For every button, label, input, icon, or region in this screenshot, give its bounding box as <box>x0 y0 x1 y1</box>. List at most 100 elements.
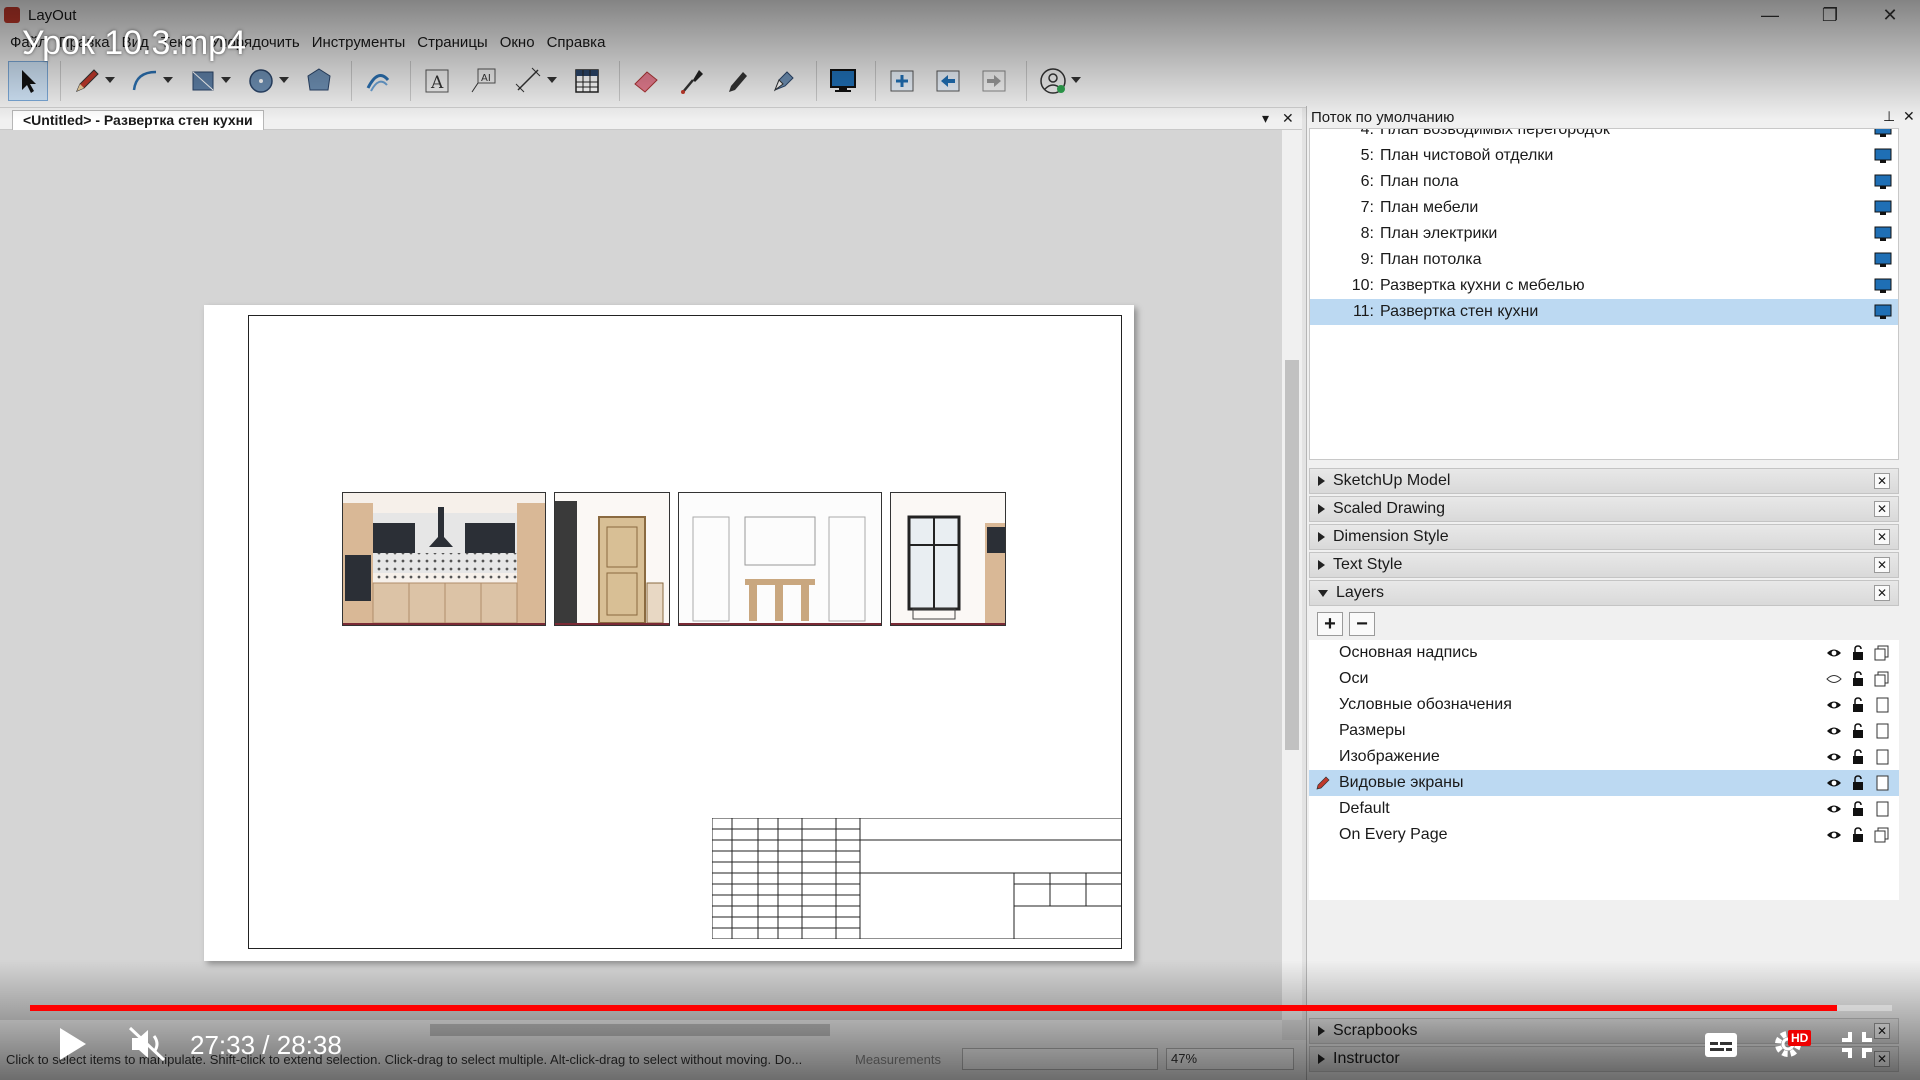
visibility-eye-icon[interactable] <box>1825 774 1843 792</box>
page-item[interactable]: 6: План пола <box>1310 169 1898 195</box>
chevron-down-icon[interactable] <box>163 76 173 83</box>
page-layer-icon[interactable] <box>1873 800 1891 818</box>
visibility-eye-icon[interactable] <box>1825 722 1843 740</box>
paper-page[interactable] <box>204 305 1134 961</box>
tray-sketchup-model[interactable]: SketchUp Model ✕ <box>1309 468 1899 494</box>
scrollbar-thumb[interactable] <box>430 1024 830 1036</box>
style-tool-button[interactable] <box>672 61 712 101</box>
lock-icon[interactable] <box>1849 800 1867 818</box>
exit-fullscreen-icon[interactable] <box>1840 1030 1874 1060</box>
shared-layer-icon[interactable] <box>1873 826 1891 844</box>
close-tray-icon[interactable]: ✕ <box>1874 585 1890 601</box>
circle-tool-button[interactable] <box>241 61 289 101</box>
page-item[interactable]: 8: План электрики <box>1310 221 1898 247</box>
viewport-dining-wall[interactable] <box>678 492 882 626</box>
page-item[interactable]: 4: План возводимых перегородок <box>1310 129 1898 143</box>
lock-icon[interactable] <box>1849 696 1867 714</box>
close-tray-icon[interactable]: ✕ <box>1874 501 1890 517</box>
layer-row[interactable]: Основная надпись <box>1309 640 1899 666</box>
select-tool-button[interactable] <box>8 60 48 101</box>
lock-icon[interactable] <box>1849 722 1867 740</box>
maximize-button[interactable]: ❐ <box>1800 0 1860 30</box>
tab-list-icon[interactable]: ▾ <box>1262 110 1269 127</box>
shared-layer-icon[interactable] <box>1873 644 1891 662</box>
tray-layers[interactable]: Layers ✕ <box>1309 580 1899 606</box>
lock-icon[interactable] <box>1849 644 1867 662</box>
monitor-icon[interactable] <box>1874 278 1892 294</box>
minimize-button[interactable]: — <box>1740 0 1800 30</box>
chevron-down-icon[interactable] <box>279 76 289 83</box>
arc-tool-button[interactable] <box>125 61 173 101</box>
lock-icon[interactable] <box>1849 670 1867 688</box>
close-tray-icon[interactable]: ✕ <box>1874 1051 1890 1067</box>
mute-icon[interactable] <box>128 1026 168 1062</box>
lock-icon[interactable] <box>1849 748 1867 766</box>
page-item[interactable]: 5: План чистовой отделки <box>1310 143 1898 169</box>
canvas-vertical-scrollbar[interactable] <box>1282 130 1302 1020</box>
menu-tools[interactable]: Инструменты <box>306 34 412 51</box>
join-tool-button[interactable] <box>764 61 804 101</box>
monitor-icon[interactable] <box>1874 148 1892 164</box>
visibility-eye-icon[interactable] <box>1825 644 1843 662</box>
page-layer-icon[interactable] <box>1873 774 1891 792</box>
chevron-down-icon[interactable] <box>1071 76 1081 83</box>
scrollbar-thumb[interactable] <box>1285 360 1299 750</box>
monitor-icon[interactable] <box>1874 252 1892 268</box>
polygon-tool-button[interactable] <box>299 61 339 101</box>
tray-instructor[interactable]: Instructor ✕ <box>1309 1046 1899 1072</box>
next-page-button[interactable] <box>974 61 1014 101</box>
monitor-icon[interactable] <box>1874 200 1892 216</box>
close-panel-icon[interactable]: ✕ <box>1903 108 1915 125</box>
tray-text-style[interactable]: Text Style ✕ <box>1309 552 1899 578</box>
offset-tool-button[interactable] <box>358 61 398 101</box>
layer-row[interactable]: Изображение <box>1309 744 1899 770</box>
monitor-icon[interactable] <box>1874 304 1892 320</box>
chevron-down-icon[interactable] <box>221 76 231 83</box>
close-tray-icon[interactable]: ✕ <box>1874 1023 1890 1039</box>
add-layer-button[interactable]: + <box>1317 612 1343 636</box>
monitor-icon[interactable] <box>1874 174 1892 190</box>
visibility-eye-icon[interactable] <box>1825 696 1843 714</box>
close-tray-icon[interactable]: ✕ <box>1874 473 1890 489</box>
presentation-button[interactable] <box>823 61 863 101</box>
tray-dimension-style[interactable]: Dimension Style ✕ <box>1309 524 1899 550</box>
pages-list[interactable]: 4: План возводимых перегородок 5: План чис… <box>1309 128 1899 460</box>
video-progress-bar[interactable] <box>30 1005 1892 1011</box>
subtitles-icon[interactable] <box>1704 1032 1738 1058</box>
add-page-button[interactable] <box>882 61 922 101</box>
dimension-tool-button[interactable] <box>509 61 557 101</box>
label-tool-button[interactable]: AI <box>463 61 503 101</box>
zoom-select[interactable]: 47% <box>1166 1048 1294 1070</box>
eraser-tool-button[interactable] <box>626 61 666 101</box>
visibility-eye-icon[interactable] <box>1825 670 1843 688</box>
page-item-selected[interactable]: 11: Развертка стен кухни <box>1310 299 1898 325</box>
page-layer-icon[interactable] <box>1873 696 1891 714</box>
account-button[interactable] <box>1033 61 1081 101</box>
page-item[interactable]: 7: План мебели <box>1310 195 1898 221</box>
shared-layer-icon[interactable] <box>1873 670 1891 688</box>
layers-list[interactable]: Основная надпись Оси Условные обозначения Р… <box>1309 640 1899 900</box>
page-item[interactable]: 9: План потолка <box>1310 247 1898 273</box>
viewport-window-wall[interactable] <box>890 492 1006 626</box>
layer-row[interactable]: On Every Page <box>1309 822 1899 848</box>
layer-row[interactable]: Default <box>1309 796 1899 822</box>
play-icon[interactable] <box>56 1026 88 1062</box>
drawing-canvas[interactable] <box>0 130 1282 1020</box>
tray-scaled-drawing[interactable]: Scaled Drawing ✕ <box>1309 496 1899 522</box>
visibility-eye-icon[interactable] <box>1825 800 1843 818</box>
layer-row[interactable]: Размеры <box>1309 718 1899 744</box>
monitor-icon[interactable] <box>1874 226 1892 242</box>
remove-layer-button[interactable]: − <box>1349 612 1375 636</box>
visibility-eye-icon[interactable] <box>1825 826 1843 844</box>
close-tray-icon[interactable]: ✕ <box>1874 557 1890 573</box>
layer-row-active[interactable]: Видовые экраны <box>1309 770 1899 796</box>
document-tab[interactable]: <Untitled> - Развертка стен кухни <box>12 110 264 130</box>
page-layer-icon[interactable] <box>1873 748 1891 766</box>
visibility-eye-icon[interactable] <box>1825 748 1843 766</box>
rectangle-tool-button[interactable] <box>183 61 231 101</box>
page-item[interactable]: 10: Развертка кухни с мебелью <box>1310 273 1898 299</box>
chevron-down-icon[interactable] <box>547 76 557 83</box>
previous-page-button[interactable] <box>928 61 968 101</box>
chevron-down-icon[interactable] <box>105 76 115 83</box>
measurements-input[interactable] <box>962 1048 1158 1070</box>
